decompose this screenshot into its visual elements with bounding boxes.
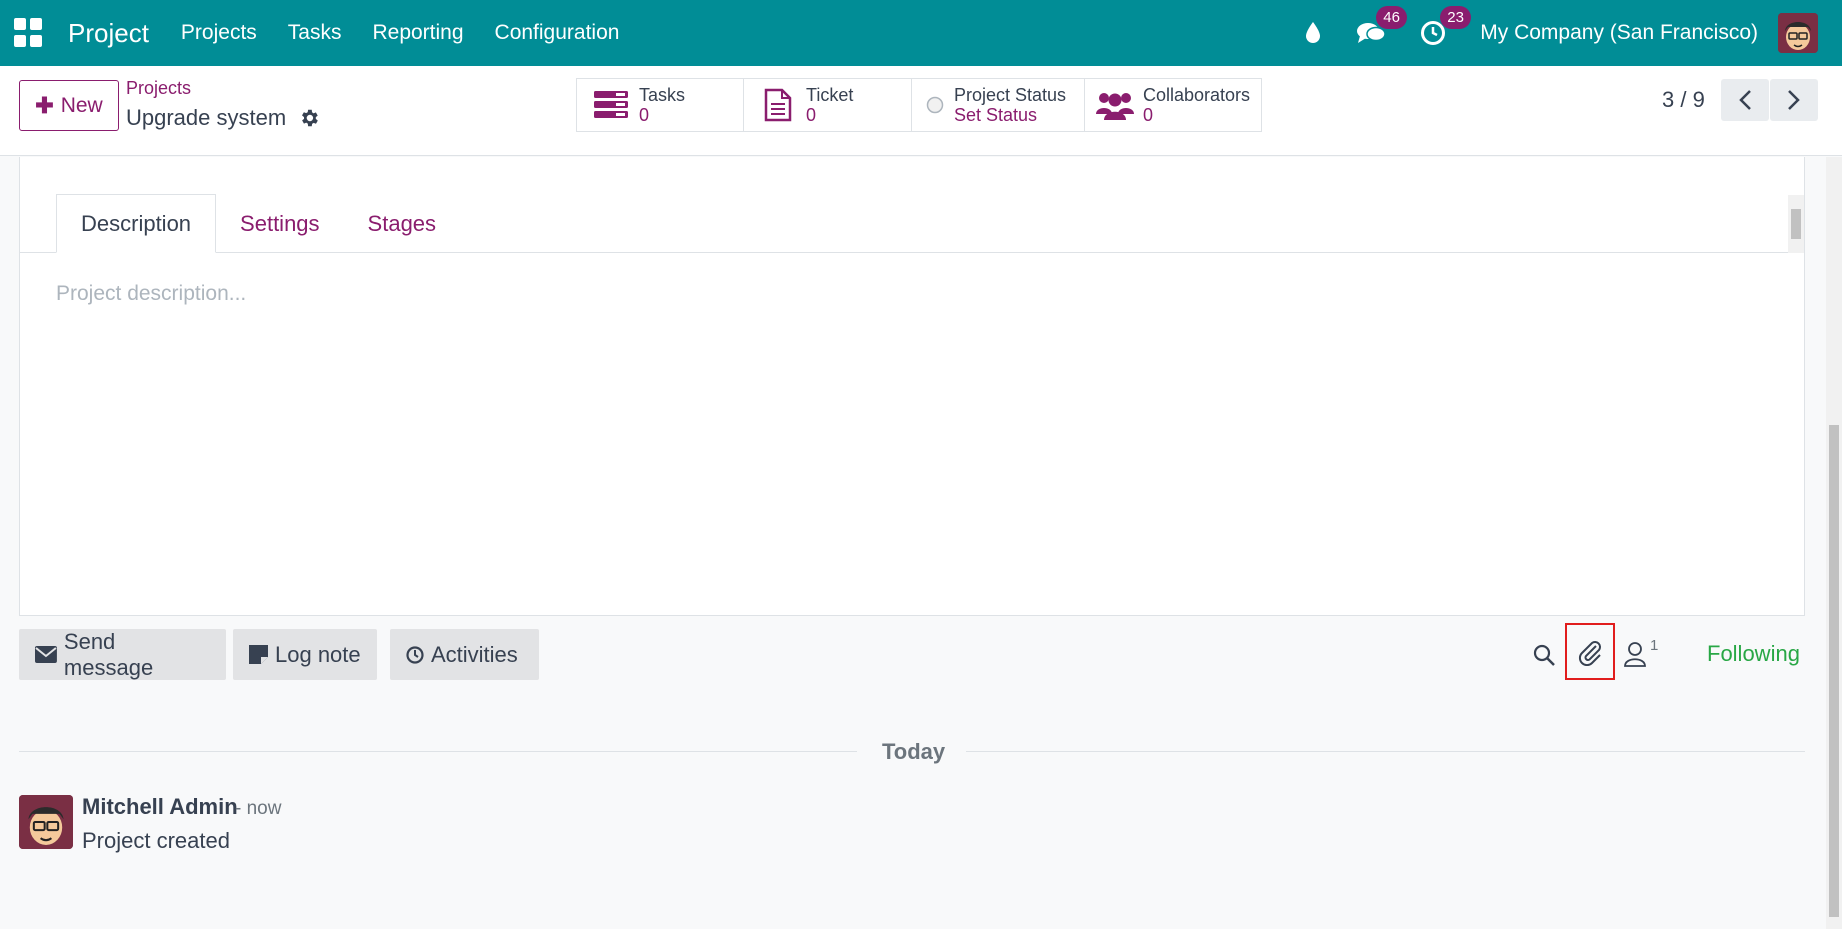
message-author[interactable]: Mitchell Admin <box>82 794 238 820</box>
activities-badge: 23 <box>1440 6 1471 29</box>
user-icon <box>1624 642 1646 667</box>
description-field[interactable]: Project description... <box>56 282 246 306</box>
menu-projects[interactable]: Projects <box>181 21 257 45</box>
follower-count: 1 <box>1650 637 1659 654</box>
tabs-scrollbar[interactable] <box>1788 195 1804 253</box>
menu-tasks[interactable]: Tasks <box>288 21 342 45</box>
activities-button[interactable]: 23 <box>1420 6 1471 46</box>
drop-icon[interactable] <box>1304 21 1322 45</box>
project-status-label: Project Status <box>954 85 1067 105</box>
project-status-value: Set Status <box>954 105 1038 125</box>
send-message-button[interactable]: Send message <box>19 629 226 680</box>
collaborators-count: 0 <box>1143 105 1154 125</box>
activities-button[interactable]: Activities <box>390 629 539 680</box>
app-brand[interactable]: Project <box>68 18 149 49</box>
new-button[interactable]: ✚ New <box>19 80 119 131</box>
log-note-button[interactable]: Log note <box>233 629 377 680</box>
tasks-smart-button[interactable]: Tasks 0 <box>576 78 744 132</box>
new-button-label: New <box>60 93 103 117</box>
ticket-icon <box>758 85 798 125</box>
followers-button[interactable] <box>1620 637 1650 671</box>
envelope-icon <box>35 646 57 663</box>
form-sheet: Description Settings Stages Project desc… <box>19 157 1805 616</box>
pager-previous-button[interactable] <box>1721 79 1769 121</box>
menu-reporting[interactable]: Reporting <box>372 21 463 45</box>
record-title: Upgrade system <box>126 105 287 130</box>
pager-next-button[interactable] <box>1770 79 1818 121</box>
company-switcher[interactable]: My Company (San Francisco) <box>1480 21 1758 45</box>
gear-icon[interactable] <box>298 107 320 129</box>
breadcrumb-projects[interactable]: Projects <box>126 78 191 99</box>
navbar-systray: 46 23 My Company (San Francisco) <box>1304 0 1842 66</box>
menu-configuration[interactable]: Configuration <box>495 21 620 45</box>
tab-settings[interactable]: Settings <box>216 194 344 253</box>
plus-icon: ✚ <box>35 92 54 118</box>
app-menu-icon[interactable] <box>14 18 44 48</box>
date-separator-line <box>966 751 1805 752</box>
date-separator: Today <box>882 739 946 764</box>
project-status-smart-button[interactable]: Project Status Set Status <box>911 78 1085 132</box>
pager-value[interactable]: 3 / 9 <box>1662 87 1705 113</box>
date-separator-line <box>19 751 857 752</box>
send-message-label: Send message <box>63 628 154 680</box>
activities-label: Activities <box>431 641 518 667</box>
clock-icon <box>406 645 424 664</box>
user-avatar[interactable] <box>1778 13 1818 53</box>
message-body: Project created <box>82 828 230 853</box>
users-icon <box>1095 85 1135 125</box>
ticket-label: Ticket <box>806 85 854 105</box>
search-icon <box>1533 644 1555 666</box>
attachments-button[interactable] <box>1565 623 1615 680</box>
tasks-icon <box>591 85 631 125</box>
control-panel: ✚ New Projects Upgrade system Tasks 0 Ti… <box>0 66 1842 156</box>
messages-button[interactable]: 46 <box>1356 6 1407 46</box>
collaborators-smart-button[interactable]: Collaborators 0 <box>1084 78 1262 132</box>
message-date: - now <box>235 798 282 819</box>
chevron-right-icon <box>1788 90 1800 110</box>
ticket-count: 0 <box>806 105 817 125</box>
status-radio-icon <box>924 85 946 125</box>
tab-stages[interactable]: Stages <box>344 194 461 253</box>
following-button[interactable]: Following <box>1707 641 1800 667</box>
ticket-smart-button[interactable]: Ticket 0 <box>743 78 912 132</box>
top-navbar: Project Projects Tasks Reporting Configu… <box>0 0 1842 66</box>
sticky-note-icon <box>249 645 268 664</box>
log-note-label: Log note <box>275 641 361 667</box>
paperclip-icon <box>1578 640 1601 666</box>
tasks-label: Tasks <box>639 85 686 105</box>
tab-description[interactable]: Description <box>56 194 217 253</box>
chevron-left-icon <box>1739 90 1751 110</box>
tasks-count: 0 <box>639 105 650 125</box>
message-author-avatar[interactable] <box>19 795 73 849</box>
search-messages-button[interactable] <box>1529 640 1559 670</box>
page-scrollbar[interactable] <box>1826 157 1842 929</box>
notebook-tabs: Description Settings Stages <box>56 194 460 253</box>
collaborators-label: Collaborators <box>1143 85 1251 105</box>
messages-badge: 46 <box>1376 6 1407 29</box>
